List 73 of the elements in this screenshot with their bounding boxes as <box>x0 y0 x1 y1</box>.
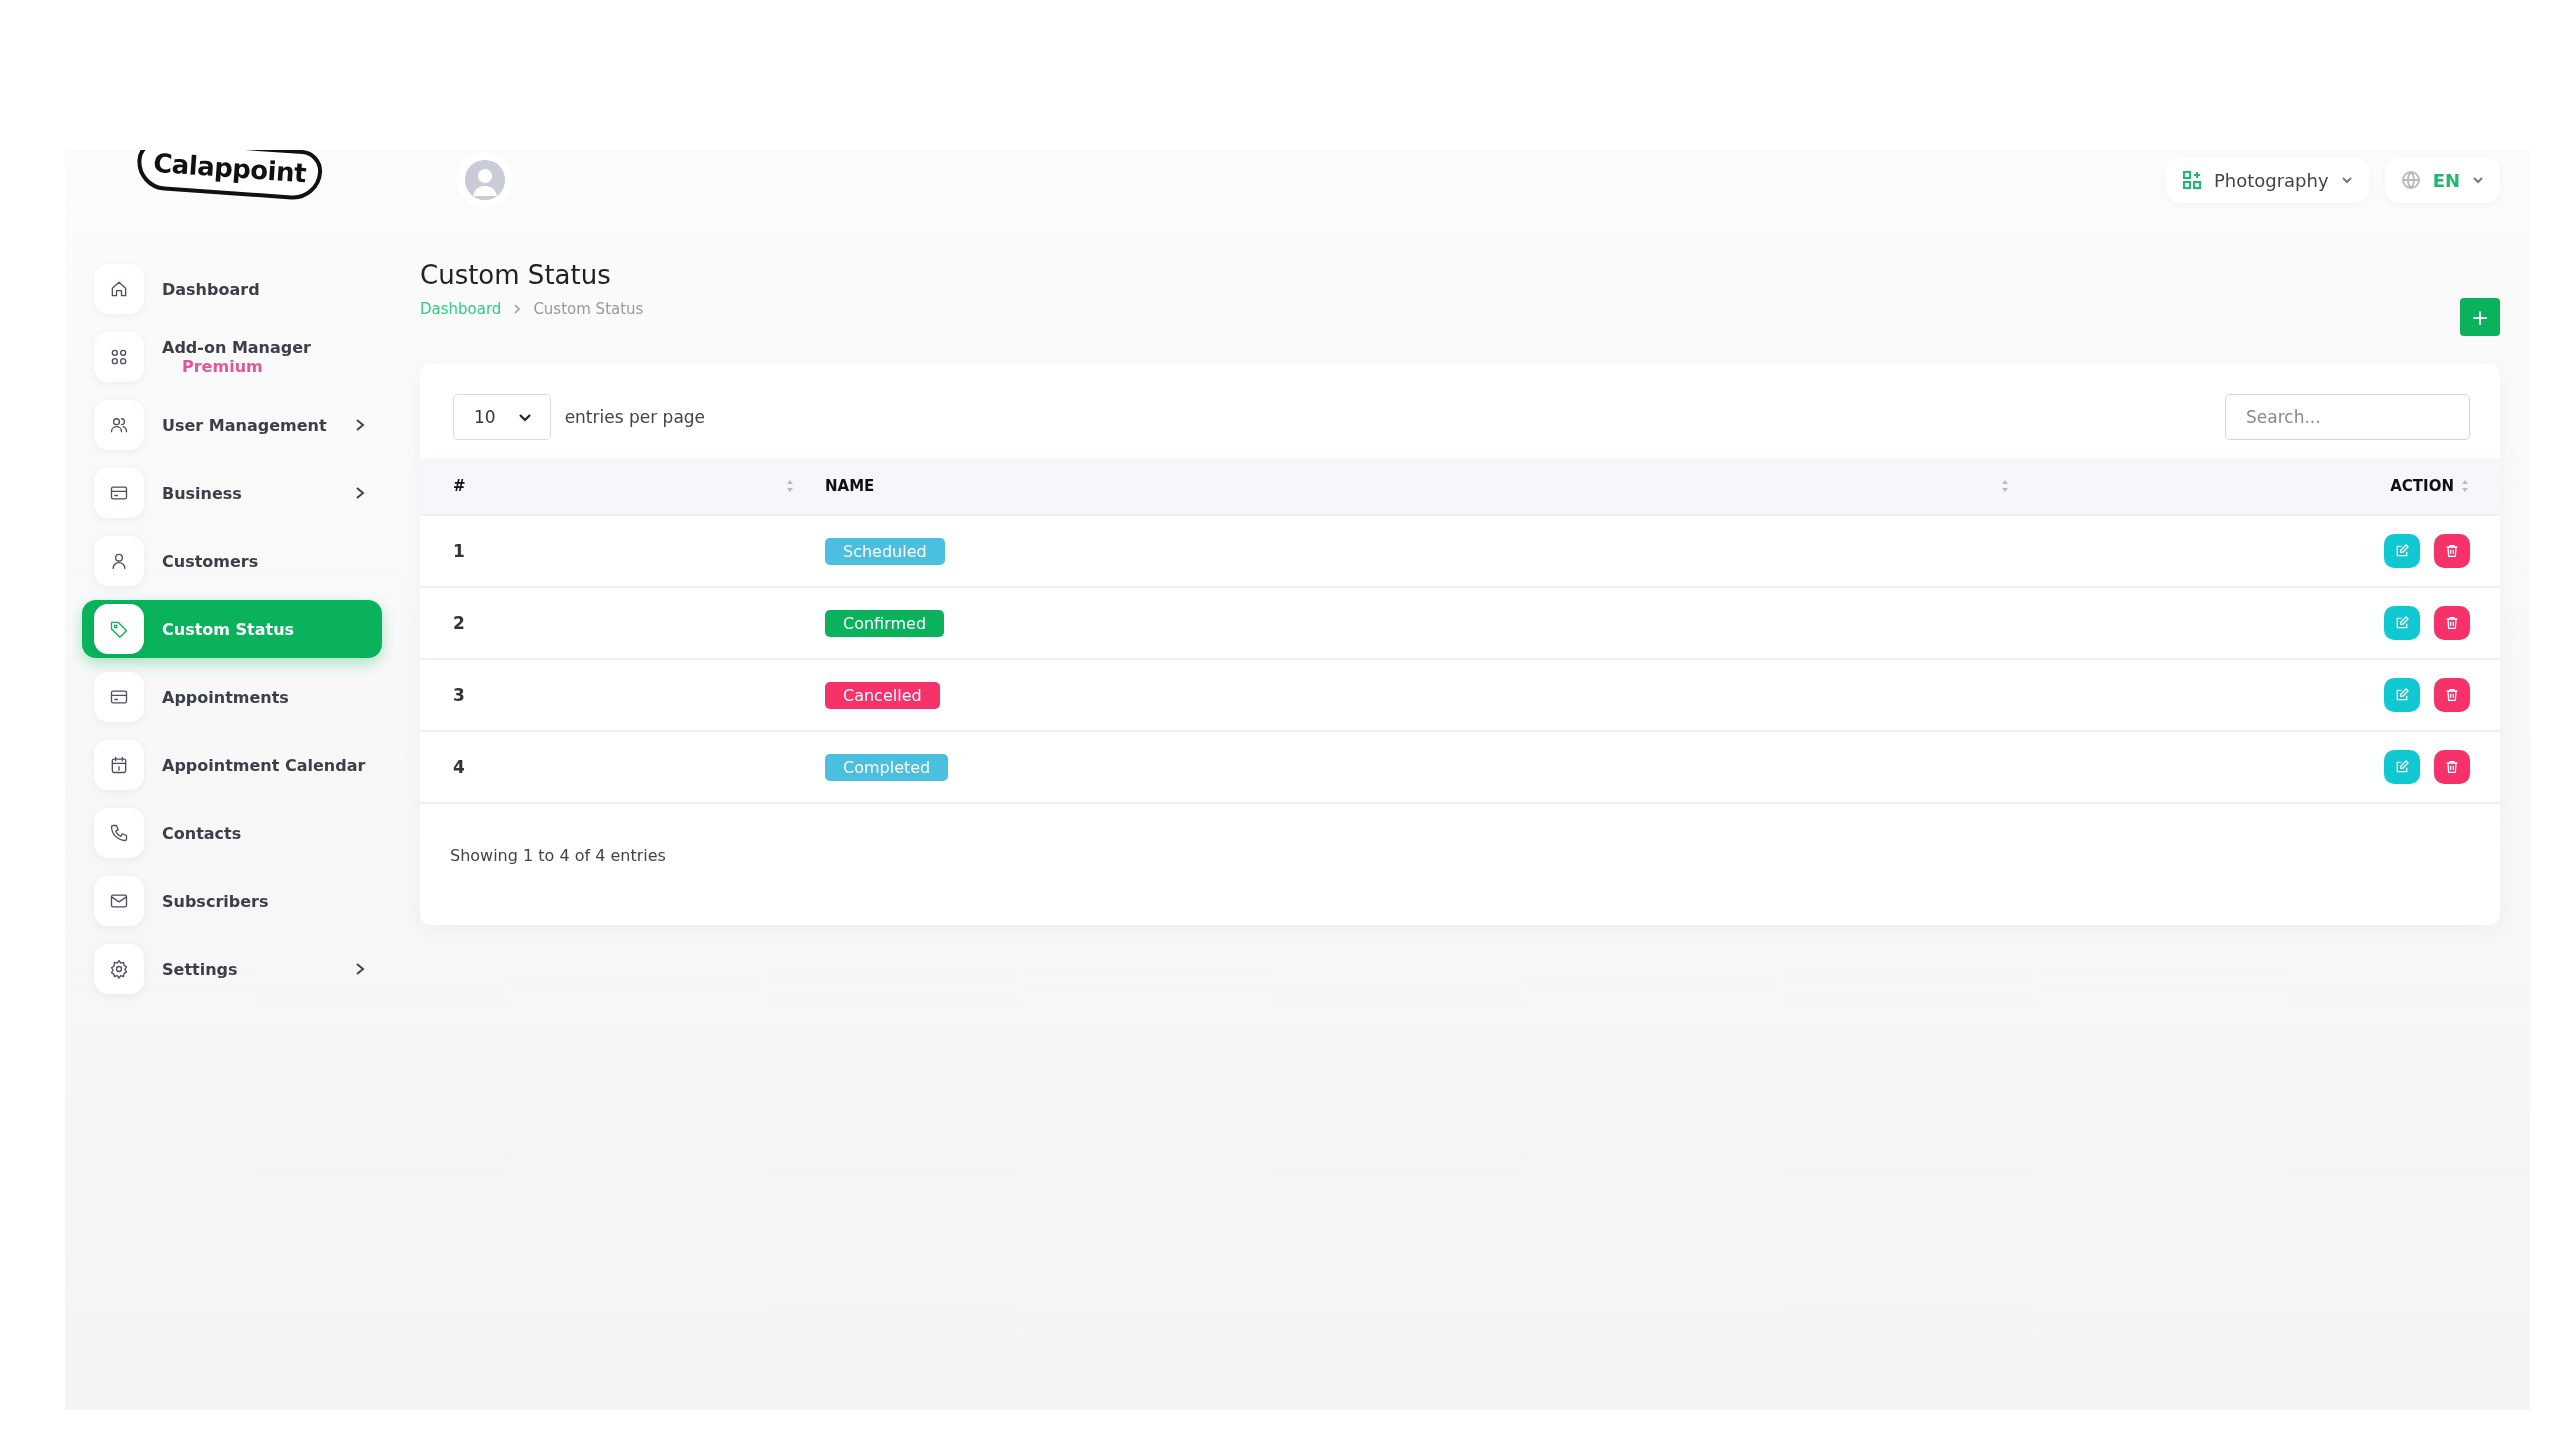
home-icon <box>109 279 129 299</box>
phone-icon <box>109 823 129 843</box>
sort-icon[interactable] <box>2000 478 2010 494</box>
search-field[interactable]: Search... <box>2225 394 2470 440</box>
premium-label: Premium <box>182 357 263 376</box>
sidebar-item[interactable]: Add-on Manager Premium <box>82 328 382 386</box>
grid-icon <box>109 347 129 367</box>
sidebar-item[interactable]: User Management <box>82 396 382 454</box>
tag-icon <box>109 619 129 639</box>
edit-button[interactable] <box>2384 678 2420 712</box>
sidebar-item-label: Customers <box>162 551 259 571</box>
sidebar-item-label: Settings <box>162 959 238 979</box>
column-header[interactable]: ACTION <box>2390 477 2454 495</box>
trash-icon <box>2444 759 2460 775</box>
table-cell: 1 <box>453 541 465 561</box>
column-header[interactable]: # <box>453 477 466 495</box>
delete-button[interactable] <box>2434 534 2470 568</box>
sidebar-item[interactable]: Settings <box>82 940 382 998</box>
sidebar-item[interactable]: Appointments <box>82 668 382 726</box>
globe-icon <box>2400 170 2421 190</box>
business-dropdown[interactable]: Photography <box>2165 157 2369 203</box>
sidebar-item-label: Add-on Manager <box>162 338 311 357</box>
table-cell: 2 <box>453 613 465 633</box>
trash-icon <box>2444 543 2460 559</box>
edit-icon <box>2394 759 2410 775</box>
delete-button[interactable] <box>2434 678 2470 712</box>
caret-icon <box>517 412 532 422</box>
sidebar-item-label: Contacts <box>162 823 242 843</box>
edit-icon <box>2394 543 2410 559</box>
sidebar-item-label: User Management <box>162 415 327 435</box>
sidebar-item-label: Dashboard <box>162 279 260 299</box>
sort-icon[interactable] <box>785 478 795 494</box>
logo[interactable]: Calappoint <box>135 150 324 202</box>
settings-icon <box>109 959 129 979</box>
edit-button[interactable] <box>2384 534 2420 568</box>
breadcrumb-current: Custom Status <box>533 300 644 318</box>
sidebar-item[interactable]: Appointment Calendar <box>82 736 382 794</box>
table-cell: 4 <box>453 757 465 777</box>
calendar-icon <box>109 755 129 775</box>
page-size-label: entries per page <box>564 407 706 427</box>
entries-summary: Showing 1 to 4 of 4 entries <box>449 845 667 865</box>
sidebar-item[interactable]: Business <box>82 464 382 522</box>
delete-button[interactable] <box>2434 750 2470 784</box>
delete-button[interactable] <box>2434 606 2470 640</box>
edit-button[interactable] <box>2384 606 2420 640</box>
edit-button[interactable] <box>2384 750 2420 784</box>
sidebar-item[interactable]: Subscribers <box>82 872 382 930</box>
status-badge: Scheduled <box>825 537 945 565</box>
sort-icon[interactable] <box>2460 478 2470 494</box>
sidebar-item-label: Appointment Calendar <box>162 755 366 775</box>
sidebar-item-label: Custom Status <box>162 619 295 639</box>
page-title: Custom Status <box>420 260 612 290</box>
edit-icon <box>2394 687 2410 703</box>
status-badge: Confirmed <box>825 609 945 637</box>
status-badge: Cancelled <box>825 681 940 709</box>
sidebar-item[interactable]: Customers <box>82 532 382 590</box>
trash-icon <box>2444 687 2460 703</box>
sidebar-item-label: Subscribers <box>162 891 269 911</box>
status-badge: Completed <box>825 753 949 781</box>
page-size-select[interactable]: 10 <box>453 394 551 440</box>
caret-icon <box>2340 176 2353 184</box>
chevron-right-icon <box>513 303 522 315</box>
sidebar-item-label: Business <box>162 483 242 503</box>
trash-icon <box>2444 615 2460 631</box>
sidebar-item[interactable]: Dashboard <box>82 260 382 318</box>
sidebar-item-label: Appointments <box>162 687 289 707</box>
sidebar-item[interactable]: Contacts <box>82 804 382 862</box>
users-icon <box>109 415 129 435</box>
edit-icon <box>2394 615 2410 631</box>
column-header[interactable]: NAME <box>825 477 875 495</box>
table-cell: 3 <box>453 685 465 705</box>
caret-icon <box>2472 176 2484 184</box>
grid-add-icon <box>2181 170 2202 190</box>
